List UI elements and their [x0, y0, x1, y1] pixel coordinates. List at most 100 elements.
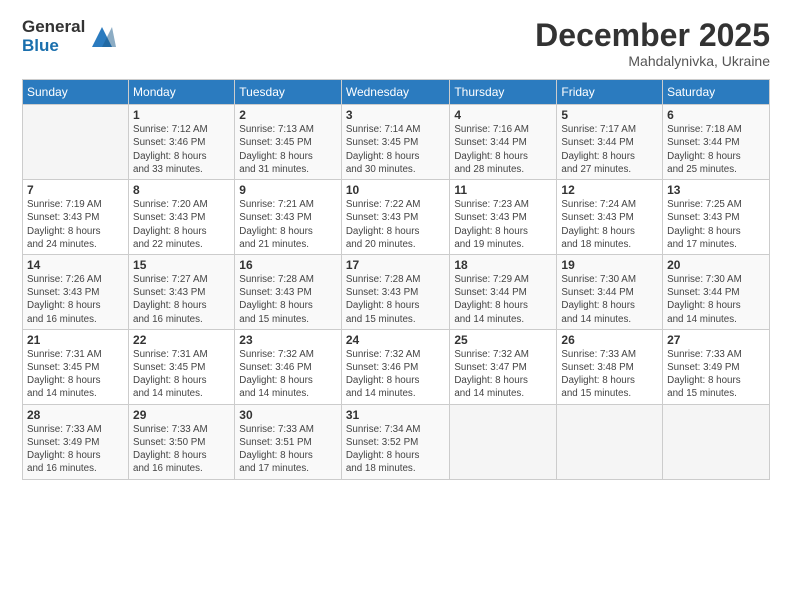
logo-blue: Blue	[22, 37, 85, 56]
day-info: Sunrise: 7:28 AMSunset: 3:43 PMDaylight:…	[346, 273, 446, 326]
day-number: 17	[346, 258, 446, 272]
table-row: 27Sunrise: 7:33 AMSunset: 3:49 PMDayligh…	[663, 329, 770, 404]
table-row: 9Sunrise: 7:21 AMSunset: 3:43 PMDaylight…	[235, 180, 342, 255]
day-number: 27	[667, 333, 765, 347]
table-row: 31Sunrise: 7:34 AMSunset: 3:52 PMDayligh…	[341, 404, 450, 479]
day-number: 23	[239, 333, 337, 347]
day-number: 30	[239, 408, 337, 422]
header-tuesday: Tuesday	[235, 80, 342, 105]
day-info: Sunrise: 7:33 AMSunset: 3:51 PMDaylight:…	[239, 423, 337, 476]
table-row: 3Sunrise: 7:14 AMSunset: 3:45 PMDaylight…	[341, 105, 450, 180]
day-number: 1	[133, 108, 230, 122]
day-info: Sunrise: 7:32 AMSunset: 3:46 PMDaylight:…	[346, 348, 446, 401]
table-row: 18Sunrise: 7:29 AMSunset: 3:44 PMDayligh…	[450, 254, 557, 329]
day-number: 14	[27, 258, 124, 272]
calendar-week-row: 7Sunrise: 7:19 AMSunset: 3:43 PMDaylight…	[23, 180, 770, 255]
logo-icon	[88, 23, 116, 51]
table-row: 12Sunrise: 7:24 AMSunset: 3:43 PMDayligh…	[557, 180, 663, 255]
header-monday: Monday	[129, 80, 235, 105]
table-row: 21Sunrise: 7:31 AMSunset: 3:45 PMDayligh…	[23, 329, 129, 404]
day-number: 4	[454, 108, 552, 122]
table-row: 8Sunrise: 7:20 AMSunset: 3:43 PMDaylight…	[129, 180, 235, 255]
day-info: Sunrise: 7:18 AMSunset: 3:44 PMDaylight:…	[667, 123, 765, 176]
calendar-week-row: 21Sunrise: 7:31 AMSunset: 3:45 PMDayligh…	[23, 329, 770, 404]
table-row	[23, 105, 129, 180]
day-info: Sunrise: 7:32 AMSunset: 3:47 PMDaylight:…	[454, 348, 552, 401]
day-info: Sunrise: 7:29 AMSunset: 3:44 PMDaylight:…	[454, 273, 552, 326]
day-info: Sunrise: 7:26 AMSunset: 3:43 PMDaylight:…	[27, 273, 124, 326]
day-number: 21	[27, 333, 124, 347]
table-row: 16Sunrise: 7:28 AMSunset: 3:43 PMDayligh…	[235, 254, 342, 329]
logo-text: General Blue	[22, 18, 85, 55]
calendar-header-row: Sunday Monday Tuesday Wednesday Thursday…	[23, 80, 770, 105]
day-info: Sunrise: 7:32 AMSunset: 3:46 PMDaylight:…	[239, 348, 337, 401]
day-number: 26	[561, 333, 658, 347]
day-info: Sunrise: 7:25 AMSunset: 3:43 PMDaylight:…	[667, 198, 765, 251]
day-info: Sunrise: 7:33 AMSunset: 3:49 PMDaylight:…	[27, 423, 124, 476]
day-info: Sunrise: 7:34 AMSunset: 3:52 PMDaylight:…	[346, 423, 446, 476]
calendar-week-row: 28Sunrise: 7:33 AMSunset: 3:49 PMDayligh…	[23, 404, 770, 479]
day-info: Sunrise: 7:23 AMSunset: 3:43 PMDaylight:…	[454, 198, 552, 251]
table-row: 20Sunrise: 7:30 AMSunset: 3:44 PMDayligh…	[663, 254, 770, 329]
table-row: 15Sunrise: 7:27 AMSunset: 3:43 PMDayligh…	[129, 254, 235, 329]
header-wednesday: Wednesday	[341, 80, 450, 105]
day-number: 6	[667, 108, 765, 122]
day-number: 2	[239, 108, 337, 122]
month-title: December 2025	[535, 18, 770, 53]
table-row	[557, 404, 663, 479]
day-number: 20	[667, 258, 765, 272]
day-number: 18	[454, 258, 552, 272]
day-info: Sunrise: 7:19 AMSunset: 3:43 PMDaylight:…	[27, 198, 124, 251]
day-info: Sunrise: 7:31 AMSunset: 3:45 PMDaylight:…	[27, 348, 124, 401]
table-row: 19Sunrise: 7:30 AMSunset: 3:44 PMDayligh…	[557, 254, 663, 329]
day-info: Sunrise: 7:28 AMSunset: 3:43 PMDaylight:…	[239, 273, 337, 326]
day-number: 19	[561, 258, 658, 272]
day-number: 13	[667, 183, 765, 197]
table-row: 7Sunrise: 7:19 AMSunset: 3:43 PMDaylight…	[23, 180, 129, 255]
table-row: 13Sunrise: 7:25 AMSunset: 3:43 PMDayligh…	[663, 180, 770, 255]
header-thursday: Thursday	[450, 80, 557, 105]
day-number: 11	[454, 183, 552, 197]
table-row: 2Sunrise: 7:13 AMSunset: 3:45 PMDaylight…	[235, 105, 342, 180]
day-number: 8	[133, 183, 230, 197]
day-number: 3	[346, 108, 446, 122]
day-info: Sunrise: 7:33 AMSunset: 3:48 PMDaylight:…	[561, 348, 658, 401]
table-row: 14Sunrise: 7:26 AMSunset: 3:43 PMDayligh…	[23, 254, 129, 329]
day-number: 25	[454, 333, 552, 347]
table-row	[663, 404, 770, 479]
logo: General Blue	[22, 18, 116, 55]
day-number: 10	[346, 183, 446, 197]
day-info: Sunrise: 7:27 AMSunset: 3:43 PMDaylight:…	[133, 273, 230, 326]
day-number: 28	[27, 408, 124, 422]
day-number: 15	[133, 258, 230, 272]
day-number: 29	[133, 408, 230, 422]
calendar-week-row: 1Sunrise: 7:12 AMSunset: 3:46 PMDaylight…	[23, 105, 770, 180]
day-info: Sunrise: 7:20 AMSunset: 3:43 PMDaylight:…	[133, 198, 230, 251]
header: General Blue December 2025 Mahdalynivka,…	[22, 18, 770, 69]
table-row: 25Sunrise: 7:32 AMSunset: 3:47 PMDayligh…	[450, 329, 557, 404]
table-row: 10Sunrise: 7:22 AMSunset: 3:43 PMDayligh…	[341, 180, 450, 255]
location-subtitle: Mahdalynivka, Ukraine	[535, 53, 770, 69]
day-number: 16	[239, 258, 337, 272]
day-info: Sunrise: 7:24 AMSunset: 3:43 PMDaylight:…	[561, 198, 658, 251]
header-saturday: Saturday	[663, 80, 770, 105]
day-number: 5	[561, 108, 658, 122]
day-info: Sunrise: 7:30 AMSunset: 3:44 PMDaylight:…	[667, 273, 765, 326]
table-row: 5Sunrise: 7:17 AMSunset: 3:44 PMDaylight…	[557, 105, 663, 180]
table-row: 11Sunrise: 7:23 AMSunset: 3:43 PMDayligh…	[450, 180, 557, 255]
day-info: Sunrise: 7:31 AMSunset: 3:45 PMDaylight:…	[133, 348, 230, 401]
day-number: 24	[346, 333, 446, 347]
title-block: December 2025 Mahdalynivka, Ukraine	[535, 18, 770, 69]
calendar-week-row: 14Sunrise: 7:26 AMSunset: 3:43 PMDayligh…	[23, 254, 770, 329]
table-row	[450, 404, 557, 479]
table-row: 24Sunrise: 7:32 AMSunset: 3:46 PMDayligh…	[341, 329, 450, 404]
day-number: 12	[561, 183, 658, 197]
day-info: Sunrise: 7:22 AMSunset: 3:43 PMDaylight:…	[346, 198, 446, 251]
table-row: 28Sunrise: 7:33 AMSunset: 3:49 PMDayligh…	[23, 404, 129, 479]
header-sunday: Sunday	[23, 80, 129, 105]
day-info: Sunrise: 7:14 AMSunset: 3:45 PMDaylight:…	[346, 123, 446, 176]
table-row: 26Sunrise: 7:33 AMSunset: 3:48 PMDayligh…	[557, 329, 663, 404]
logo-general: General	[22, 18, 85, 37]
day-info: Sunrise: 7:13 AMSunset: 3:45 PMDaylight:…	[239, 123, 337, 176]
table-row: 17Sunrise: 7:28 AMSunset: 3:43 PMDayligh…	[341, 254, 450, 329]
